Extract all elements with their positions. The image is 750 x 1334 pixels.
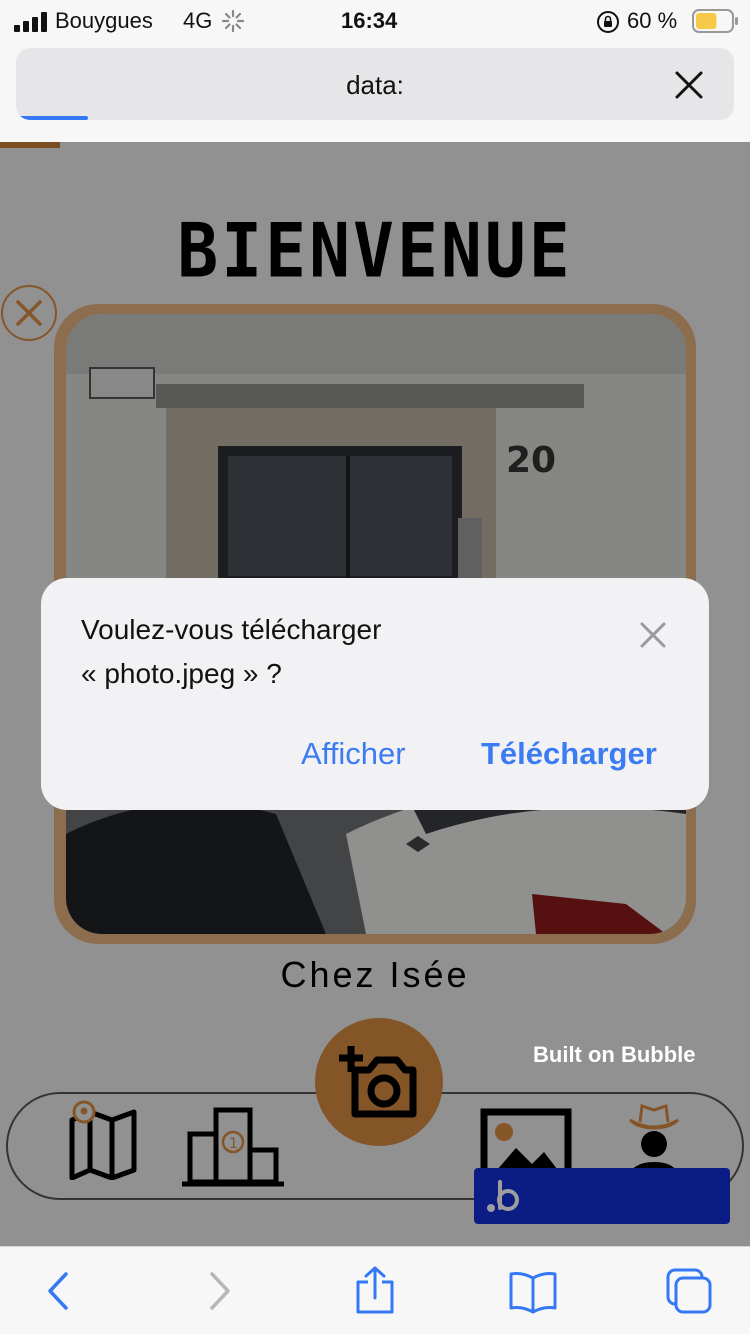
bookmarks-icon[interactable] <box>508 1266 558 1316</box>
clock: 16:34 <box>341 8 398 33</box>
share-icon[interactable] <box>350 1266 400 1316</box>
back-icon[interactable] <box>34 1266 84 1316</box>
dialog-message-line1: Voulez-vous télécharger <box>81 614 382 645</box>
orientation-lock-icon <box>597 11 619 33</box>
download-button[interactable]: Télécharger <box>481 736 657 772</box>
network-type: 4G <box>183 8 213 33</box>
download-dialog <box>41 578 709 810</box>
tabs-icon[interactable] <box>664 1266 714 1316</box>
address-bar[interactable]: data: <box>16 48 734 120</box>
close-icon[interactable] <box>674 70 704 100</box>
url-text[interactable]: data: <box>16 70 734 101</box>
battery-icon <box>692 9 738 33</box>
built-on-bubble-label[interactable]: Built on Bubble <box>533 1042 696 1068</box>
loading-spinner-icon <box>222 10 244 32</box>
view-button[interactable]: Afficher <box>301 736 406 772</box>
status-bar: Bouygues 4G 16:34 60 % <box>0 0 750 44</box>
dialog-message-line2: « photo.jpeg » ? <box>81 658 282 689</box>
forward-icon[interactable] <box>196 1266 246 1316</box>
battery-percent: 60 % <box>627 8 678 33</box>
close-icon[interactable] <box>636 618 670 652</box>
page-load-progress <box>16 116 88 120</box>
signal-icon <box>14 12 47 32</box>
carrier-name: Bouygues <box>55 8 153 33</box>
